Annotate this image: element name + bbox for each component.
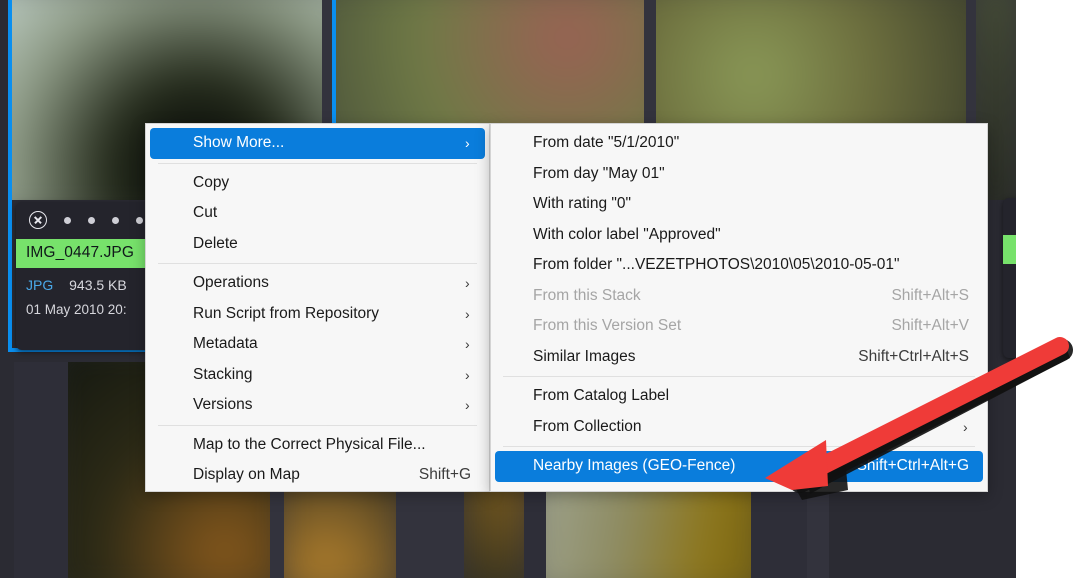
context-menu-separator — [158, 424, 477, 426]
context-menu-item-label: Stacking — [193, 365, 253, 383]
submenu-item-label: From folder "...VEZETPHOTOS\2010\05\2010… — [533, 256, 900, 274]
context-menu-item-label: Run Script from Repository — [193, 304, 380, 322]
submenu-item-label: With color label "Approved" — [533, 225, 721, 243]
chevron-right-icon: › — [465, 336, 470, 353]
context-menu-item-label: Show More... — [193, 134, 285, 152]
context-menu-separator — [158, 263, 477, 264]
submenu-item[interactable]: From day "May 01" — [495, 159, 983, 190]
card-icon-row — [1003, 198, 1016, 225]
submenu-item[interactable]: From date "5/1/2010" — [495, 128, 983, 159]
submenu-item-label: From day "May 01" — [533, 164, 665, 182]
submenu-item-shortcut: Shift+Alt+S — [891, 286, 969, 304]
submenu-item[interactable]: From folder "...VEZETPHOTOS\2010\05\2010… — [495, 250, 983, 281]
arrow-shaft — [789, 337, 1069, 487]
rating-dot[interactable] — [136, 216, 143, 224]
adjacent-filename-label — [1003, 235, 1016, 264]
rating-dot[interactable] — [64, 216, 71, 224]
context-menu-item-label: Metadata — [193, 335, 258, 353]
context-menu-item[interactable]: Versions › — [150, 390, 485, 421]
rating-dot[interactable] — [88, 216, 95, 224]
thumbnail-cell[interactable] — [14, 362, 68, 578]
rating-dot[interactable] — [112, 216, 119, 224]
context-menu-item-label: Operations — [193, 274, 269, 292]
context-menu-item-label: Delete — [193, 234, 238, 252]
submenu-item: From this Stack Shift+Alt+S — [495, 281, 983, 312]
file-type-label: JPG — [26, 277, 54, 293]
chevron-right-icon: › — [465, 366, 470, 383]
submenu-item[interactable]: With rating "0" — [495, 189, 983, 220]
submenu-item-label: With rating "0" — [533, 195, 632, 213]
context-menu-item-label: Versions — [193, 396, 253, 414]
context-menu-item[interactable]: Copy — [150, 168, 485, 199]
context-menu-item[interactable]: Delete — [150, 229, 485, 260]
context-menu-item[interactable]: Map to the Correct Physical File... — [150, 430, 485, 461]
submenu-item-label: From this Stack — [533, 286, 641, 304]
chevron-right-icon: › — [465, 397, 470, 414]
context-menu-item-label: Copy — [193, 173, 230, 191]
submenu-item-label: From date "5/1/2010" — [533, 134, 680, 152]
chevron-right-icon: › — [465, 135, 470, 152]
chevron-right-icon: › — [465, 305, 470, 322]
context-menu-item[interactable]: Operations › — [150, 268, 485, 299]
context-menu-item-label: Map to the Correct Physical File... — [193, 435, 426, 453]
context-menu-item[interactable]: Run Script from Repository › — [150, 299, 485, 330]
context-menu-item[interactable]: Metadata › — [150, 329, 485, 360]
context-menu-item[interactable]: Stacking › — [150, 360, 485, 391]
context-menu-item-label: Cut — [193, 204, 218, 222]
cancel-circle-icon[interactable] — [29, 211, 47, 229]
context-menu-item[interactable]: Display on Map Shift+G — [150, 460, 485, 491]
context-menu-item-label: Display on Map — [193, 466, 300, 484]
context-menu-item-shortcut: Shift+G — [418, 466, 471, 484]
file-size-label: 943.5 KB — [69, 277, 127, 293]
submenu-item[interactable]: With color label "Approved" — [495, 220, 983, 251]
arrow-head — [765, 440, 828, 490]
context-menu-item[interactable]: Show More... › — [150, 128, 485, 159]
context-menu-separator — [158, 162, 477, 164]
thumbnail-cell[interactable] — [0, 0, 10, 200]
annotation-arrow — [765, 337, 1073, 500]
chevron-right-icon: › — [465, 275, 470, 292]
thumbnail-gap — [0, 362, 14, 578]
context-menu[interactable]: Show More... › Copy Cut Delete Operations › Run… — [145, 123, 490, 492]
context-menu-item[interactable]: Cut — [150, 198, 485, 229]
